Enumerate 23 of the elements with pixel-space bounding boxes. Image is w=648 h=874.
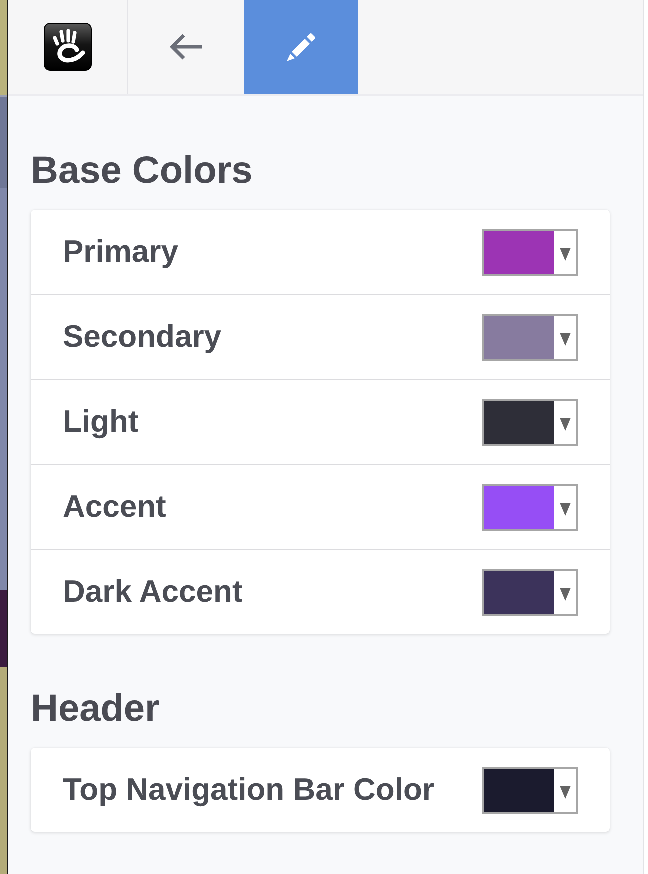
arrow-left-icon [169,33,203,61]
setting-label: Secondary [63,319,222,355]
pencil-icon [285,31,317,63]
caret-down-icon [560,248,571,260]
setting-label: Light [63,404,139,440]
setting-label: Dark Accent [63,574,243,610]
caret-down-icon [560,332,571,346]
color-picker-button[interactable] [482,568,578,616]
caret-down-icon [560,418,571,430]
caret-down-icon [560,786,571,798]
setting-label: Primary [63,234,178,270]
color-picker-button[interactable] [482,398,578,446]
caret-down-icon [560,502,571,516]
color-picker-button[interactable] [482,484,578,530]
hand-logo-icon [44,23,92,71]
setting-label: Top Navigation Bar Color [63,772,434,808]
section-heading: Header [31,687,161,732]
color-picker-button[interactable] [482,228,578,276]
caret-down-icon [560,588,571,600]
section-heading: Base Colors [31,149,254,194]
color-picker-button[interactable] [482,314,578,360]
setting-label: Accent [63,489,166,525]
color-picker-button[interactable] [482,766,578,814]
